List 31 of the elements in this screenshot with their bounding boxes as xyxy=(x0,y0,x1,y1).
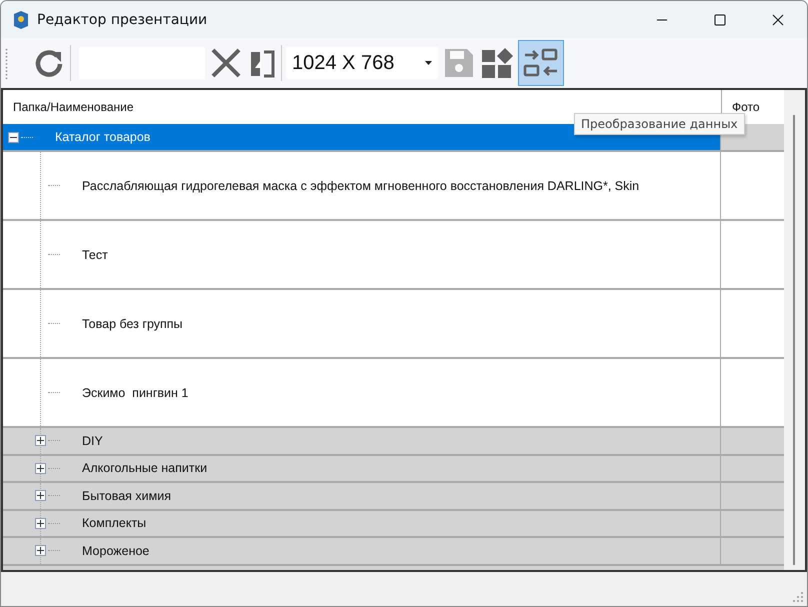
row-label: Бытовая химия xyxy=(82,488,171,503)
row-label: Комплекты xyxy=(82,516,146,530)
expand-toggle[interactable] xyxy=(35,435,46,446)
row-label: Алкогольные напитки xyxy=(82,461,208,476)
shapes-icon[interactable] xyxy=(480,46,514,80)
tree-row[interactable]: Эскимо пингвин 1 xyxy=(3,359,720,426)
app-icon xyxy=(13,10,29,28)
grip-icon[interactable] xyxy=(5,46,8,80)
collapse-toggle[interactable] xyxy=(8,132,19,142)
tree-row[interactable]: Расслабляющая гидрогелевая маска с эффектом мгновенного восстановления DARLING*, Skin xyxy=(3,152,720,219)
scrollbar[interactable] xyxy=(784,90,807,570)
tooltip: Преобразование данных xyxy=(574,113,745,135)
row-label: Каталог товаров xyxy=(55,130,150,144)
row-label: Расслабляющая гидрогелевая маска с эффектом мгновенного восстановления DARLING*, Skin xyxy=(82,178,640,192)
convert-button[interactable] xyxy=(518,40,564,86)
expand-toggle[interactable] xyxy=(35,518,46,529)
tree-row[interactable]: Тест xyxy=(3,221,720,288)
resolution-dropdown[interactable]: 1024 X 768 xyxy=(286,47,438,79)
resize-grip-icon[interactable] xyxy=(792,591,804,603)
row-label: Эскимо пингвин 1 xyxy=(82,386,188,400)
row-label: Тест xyxy=(82,248,108,262)
row-label: Мороженое xyxy=(82,544,150,558)
tree-row[interactable]: Товар без группы xyxy=(3,290,720,357)
expand-toggle[interactable] xyxy=(35,490,46,502)
row-label: DIY xyxy=(82,434,103,448)
caret-icon[interactable] xyxy=(425,61,432,65)
expand-toggle[interactable] xyxy=(35,545,46,556)
close-icon[interactable] xyxy=(209,46,243,80)
window-title: Редактор презентации xyxy=(37,12,208,28)
expand-toggle[interactable] xyxy=(35,462,46,474)
row-label: Товар без группы xyxy=(82,316,183,330)
